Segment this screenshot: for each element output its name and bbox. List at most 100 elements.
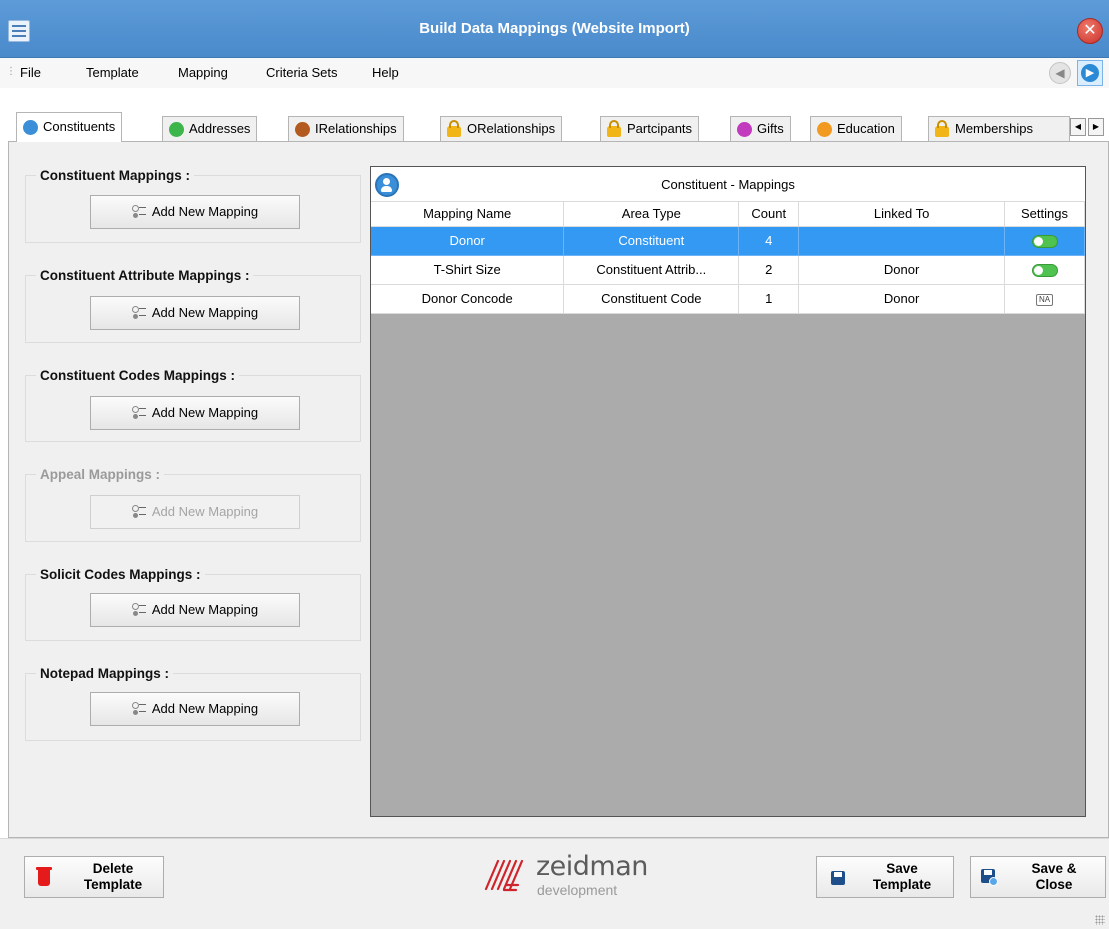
person-icon	[23, 120, 38, 135]
menu-file[interactable]: File	[20, 65, 41, 80]
resize-grip-icon[interactable]	[1095, 915, 1105, 925]
lock-icon	[607, 120, 621, 137]
tab-gifts[interactable]: Gifts	[730, 116, 791, 141]
floppy-disk-icon	[831, 871, 845, 885]
table-row[interactable]: Donor Constituent 4	[371, 226, 1085, 256]
group-title: Appeal Mappings :	[36, 467, 165, 482]
grid-caption: Constituent - Mappings	[371, 167, 1085, 202]
group-title: Constituent Mappings :	[36, 168, 194, 183]
tab-label: Memberships	[955, 121, 1034, 136]
cell-mapping-name[interactable]: Donor	[371, 226, 565, 256]
zeidman-logo-mark-icon	[484, 859, 524, 892]
settings-toggle-icon[interactable]	[1031, 264, 1058, 278]
button-label: Add New Mapping	[151, 305, 259, 320]
group-title: Constituent Codes Mappings :	[36, 368, 239, 383]
close-icon[interactable]: ✕	[1077, 18, 1103, 44]
cell-count[interactable]: 1	[738, 284, 800, 314]
forward-icon: ▶	[1081, 64, 1099, 82]
add-mapping-icon	[131, 701, 146, 715]
tab-addresses[interactable]: Addresses	[162, 116, 258, 141]
menu-bar: ⋮ File Template Mapping Criteria Sets He…	[0, 58, 1109, 88]
logo-subtitle: development	[537, 882, 618, 898]
cell-settings[interactable]	[1004, 226, 1085, 256]
tab-orelationships[interactable]: ORelationships	[440, 116, 563, 141]
forward-button[interactable]: ▶	[1077, 60, 1103, 86]
group-title: Notepad Mappings :	[36, 666, 173, 681]
cell-mapping-name[interactable]: T-Shirt Size	[371, 255, 565, 285]
save-and-close-button[interactable]: Save & Close	[970, 856, 1106, 898]
back-icon[interactable]: ◀	[1049, 62, 1071, 84]
column-header-linked-to[interactable]: Linked To	[798, 202, 1005, 227]
cell-settings[interactable]	[1004, 255, 1085, 285]
tab-label: Education	[837, 121, 895, 136]
button-label: Add New Mapping	[151, 405, 259, 420]
add-mapping-icon	[131, 405, 146, 419]
add-new-mapping-button[interactable]: Add New Mapping	[90, 692, 300, 726]
table-row[interactable]: T-Shirt Size Constituent Attrib... 2 Don…	[371, 255, 1085, 285]
cell-linked-to[interactable]: Donor	[798, 284, 1005, 314]
tab-constituents[interactable]: Constituents	[16, 112, 123, 142]
lock-icon	[935, 120, 949, 137]
menu-mapping[interactable]: Mapping	[178, 65, 228, 80]
menu-help[interactable]: Help	[372, 65, 399, 80]
education-icon	[817, 122, 832, 137]
tab-label: IRelationships	[315, 121, 397, 136]
add-mapping-icon	[131, 504, 146, 518]
cell-settings[interactable]: NA	[1004, 284, 1085, 314]
cell-area-type[interactable]: Constituent Code	[563, 284, 740, 314]
menu-template[interactable]: Template	[86, 65, 139, 80]
button-label: Add New Mapping	[151, 602, 259, 617]
table-header-row: Mapping Name Area Type Count Linked To S…	[371, 202, 1085, 227]
cell-area-type[interactable]: Constituent Attrib...	[563, 255, 740, 285]
column-header-settings[interactable]: Settings	[1004, 202, 1085, 227]
home-icon	[169, 122, 184, 137]
group-title: Constituent Attribute Mappings :	[36, 268, 254, 283]
cell-mapping-name[interactable]: Donor Concode	[371, 284, 565, 314]
cell-area-type[interactable]: Constituent	[563, 226, 740, 256]
window-title: Build Data Mappings (Website Import)	[419, 20, 690, 37]
add-mapping-icon	[131, 602, 146, 616]
add-new-mapping-button[interactable]: Add New Mapping	[90, 195, 300, 229]
add-new-mapping-button[interactable]: Add New Mapping	[90, 396, 300, 430]
column-header-count[interactable]: Count	[738, 202, 800, 227]
add-mapping-icon	[131, 305, 146, 319]
save-label-line1: Save	[886, 861, 918, 876]
tab-education[interactable]: Education	[810, 116, 902, 141]
group-constituent-codes-mappings: Constituent Codes Mappings : Add New Map…	[25, 368, 361, 442]
cell-count[interactable]: 2	[738, 255, 800, 285]
column-header-area-type[interactable]: Area Type	[563, 202, 740, 227]
group-notepad-mappings: Notepad Mappings : Add New Mapping	[25, 666, 361, 741]
title-bar: Build Data Mappings (Website Import) ✕	[0, 0, 1109, 58]
tab-memberships[interactable]: Memberships	[928, 116, 1070, 141]
delete-template-button[interactable]: Delete Template	[24, 856, 164, 898]
tab-content-panel: Constituent Mappings : Add New Mapping C…	[8, 141, 1109, 838]
tab-partcipants[interactable]: Partcipants	[600, 116, 700, 141]
zeidman-logo: zeidman development	[484, 851, 664, 901]
lock-icon	[447, 120, 461, 137]
tab-scroll-left-icon[interactable]: ◀	[1070, 118, 1086, 136]
trash-icon	[36, 867, 52, 886]
settings-toggle-icon[interactable]	[1031, 235, 1058, 249]
saveclose-label-line2: Close	[1035, 877, 1073, 892]
add-new-mapping-button[interactable]: Add New Mapping	[90, 296, 300, 330]
save-template-button[interactable]: Save Template	[816, 856, 954, 898]
tab-irelationships[interactable]: IRelationships	[288, 116, 404, 141]
cell-count[interactable]: 4	[738, 226, 800, 256]
menu-criteria-sets[interactable]: Criteria Sets	[266, 65, 338, 80]
grid-caption-text: Constituent - Mappings	[661, 177, 795, 192]
cell-linked-to[interactable]	[798, 226, 1005, 256]
add-new-mapping-button[interactable]: Add New Mapping	[90, 593, 300, 627]
logo-name: zeidman	[536, 851, 648, 882]
gift-icon	[737, 122, 752, 137]
group-constituent-mappings: Constituent Mappings : Add New Mapping	[25, 168, 361, 243]
relationships-icon	[295, 122, 310, 137]
cell-linked-to[interactable]: Donor	[798, 255, 1005, 285]
na-badge-icon: NA	[1035, 293, 1054, 306]
tab-label: ORelationships	[467, 121, 556, 136]
column-header-mapping-name[interactable]: Mapping Name	[371, 202, 565, 227]
table-row[interactable]: Donor Concode Constituent Code 1 Donor N…	[371, 284, 1085, 314]
tab-label: Constituents	[43, 119, 116, 134]
tab-scroll-right-icon[interactable]: ▶	[1088, 118, 1104, 136]
group-constituent-attribute-mappings: Constituent Attribute Mappings : Add New…	[25, 268, 361, 343]
delete-label-line1: Delete	[92, 861, 134, 876]
